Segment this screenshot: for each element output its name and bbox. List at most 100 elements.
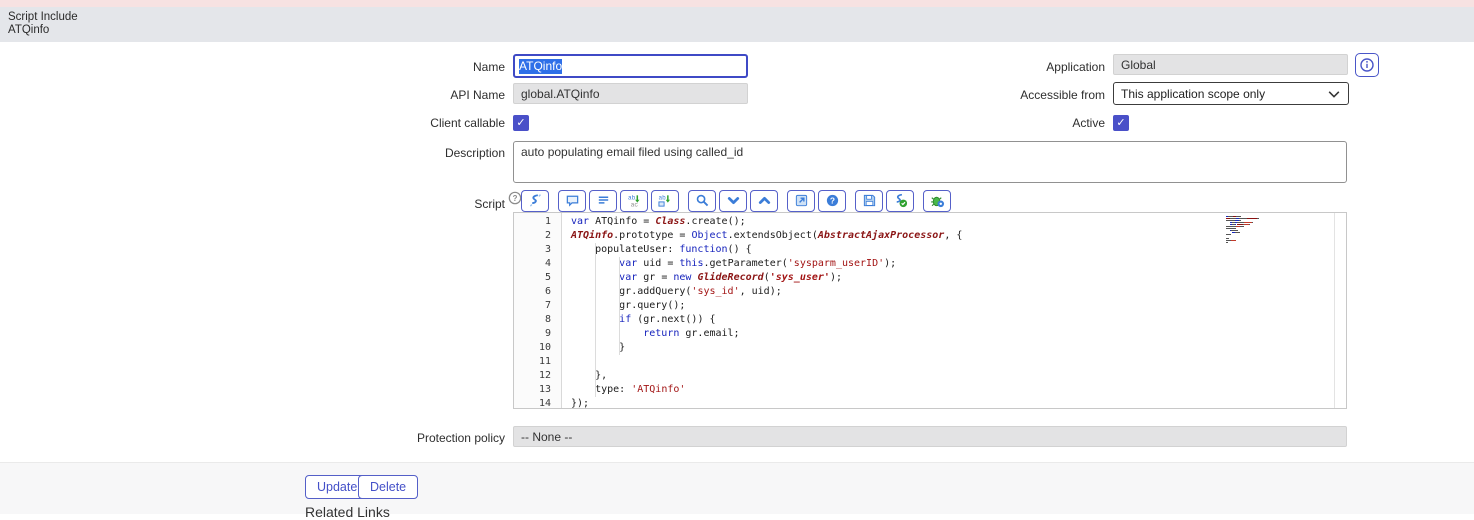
api-name-value: global.ATQinfo bbox=[521, 86, 600, 101]
line-number: 12 bbox=[538, 370, 551, 381]
toolbar-group bbox=[688, 189, 778, 212]
code-line: gr.query(); bbox=[571, 300, 686, 311]
active-label: Active bbox=[1072, 116, 1105, 130]
editor-minimap bbox=[1226, 216, 1268, 244]
client-callable-checkbox[interactable]: ✓ bbox=[513, 115, 529, 131]
form-header: Script Include ATQinfo bbox=[0, 7, 1474, 42]
script-editor: 1 2 3 4 5 6 7 8 9 10 11 12 13 14 var ATQinfo = Class.… bbox=[513, 212, 1347, 409]
indent-guide bbox=[619, 257, 620, 355]
save-icon bbox=[862, 193, 877, 208]
name-label: Name bbox=[472, 60, 505, 74]
name-input[interactable]: ATQinfo bbox=[513, 54, 748, 78]
toolbar-group bbox=[855, 189, 914, 212]
save-button[interactable] bbox=[855, 189, 883, 212]
format-code-button[interactable] bbox=[589, 189, 617, 212]
line-number: 6 bbox=[544, 286, 551, 297]
form-footer: Update Delete Related Links bbox=[0, 462, 1474, 520]
client-callable-label: Client callable bbox=[430, 116, 505, 130]
application-info-button[interactable] bbox=[1355, 53, 1379, 77]
toolbar-group bbox=[923, 189, 951, 212]
indent-guide bbox=[595, 243, 596, 397]
toggle-syntax-editor-button[interactable] bbox=[521, 189, 549, 212]
script-field-help-icon[interactable]: ? bbox=[508, 191, 522, 205]
script-label: Script bbox=[474, 197, 505, 211]
syntax-check-button[interactable] bbox=[886, 189, 914, 212]
search-button[interactable] bbox=[688, 189, 716, 212]
find-previous-button[interactable] bbox=[750, 189, 778, 212]
editor-gutter: 1 2 3 4 5 6 7 8 9 10 11 12 13 14 bbox=[514, 213, 562, 408]
svg-text:?: ? bbox=[513, 194, 518, 203]
protection-policy-field: -- None -- bbox=[513, 426, 1347, 447]
description-value: auto populating email filed using called… bbox=[521, 145, 744, 159]
debugger-button[interactable] bbox=[923, 189, 951, 212]
accessible-from-label: Accessible from bbox=[1020, 88, 1105, 102]
replace-all-icon: ab bbox=[657, 193, 673, 208]
editor-help-button[interactable]: ? bbox=[818, 189, 846, 212]
format-lines-icon bbox=[596, 193, 611, 208]
record-name-label: ATQinfo bbox=[8, 24, 50, 36]
comment-icon bbox=[565, 193, 580, 208]
description-textarea[interactable]: auto populating email filed using called… bbox=[513, 141, 1347, 183]
popout-icon bbox=[794, 193, 809, 208]
code-line: }); bbox=[571, 398, 590, 409]
line-number: 13 bbox=[538, 384, 551, 395]
find-next-button[interactable] bbox=[719, 189, 747, 212]
syntax-check-icon bbox=[893, 193, 908, 208]
line-number: 1 bbox=[544, 216, 551, 227]
syntax-editor-icon bbox=[528, 193, 543, 208]
line-number: 14 bbox=[538, 398, 551, 409]
application-field: Global bbox=[1113, 54, 1348, 75]
code-line: return gr.email; bbox=[643, 328, 740, 339]
code-line: } bbox=[571, 342, 626, 353]
toolbar-group: ab ac ab bbox=[558, 189, 679, 212]
line-number: 10 bbox=[538, 342, 551, 353]
line-number: 3 bbox=[544, 244, 551, 255]
code-line: populateUser: function() { bbox=[571, 244, 752, 255]
record-type-label: Script Include bbox=[8, 11, 78, 23]
fullscreen-button[interactable] bbox=[787, 189, 815, 212]
svg-text:?: ? bbox=[829, 195, 834, 205]
delete-button[interactable]: Delete bbox=[358, 475, 419, 499]
description-label: Description bbox=[444, 146, 505, 160]
svg-text:ab: ab bbox=[658, 195, 666, 202]
active-checkbox[interactable]: ✓ bbox=[1113, 115, 1129, 131]
info-icon bbox=[1359, 57, 1375, 73]
line-number: 8 bbox=[544, 314, 551, 325]
accessible-from-value: This application scope only bbox=[1121, 86, 1266, 101]
svg-text:ac: ac bbox=[630, 202, 638, 208]
api-name-label: API Name bbox=[450, 88, 505, 102]
line-number: 7 bbox=[544, 300, 551, 311]
search-icon bbox=[695, 193, 710, 208]
replace-button[interactable]: ab ac bbox=[620, 189, 648, 212]
editor-scrollbar[interactable] bbox=[1334, 213, 1335, 408]
line-number: 4 bbox=[544, 258, 551, 269]
toolbar-group bbox=[521, 189, 549, 212]
notification-strip bbox=[0, 0, 1474, 7]
code-line: if (gr.next()) { bbox=[619, 314, 716, 325]
application-value: Global bbox=[1121, 57, 1156, 72]
application-label: Application bbox=[1046, 60, 1105, 74]
line-number: 5 bbox=[544, 272, 551, 283]
code-line: var gr = new GlideRecord('sys_user'); bbox=[619, 272, 842, 283]
code-line: var uid = this.getParameter('sysparm_use… bbox=[619, 258, 897, 269]
toolbar-group: ? bbox=[787, 189, 846, 212]
protection-policy-value: -- None -- bbox=[521, 429, 573, 444]
api-name-field: global.ATQinfo bbox=[513, 83, 748, 104]
chevron-down-icon bbox=[1327, 87, 1341, 101]
line-number: 11 bbox=[538, 356, 551, 367]
name-input-value: ATQinfo bbox=[519, 58, 563, 74]
line-number: 9 bbox=[544, 328, 551, 339]
line-number: 2 bbox=[544, 230, 551, 241]
comment-code-button[interactable] bbox=[558, 189, 586, 212]
help-icon: ? bbox=[825, 193, 840, 208]
replace-icon: ab ac bbox=[627, 193, 642, 208]
script-toolbar: ab ac ab? bbox=[521, 189, 951, 212]
code-line: type: 'ATQinfo' bbox=[571, 384, 686, 395]
debug-icon bbox=[930, 193, 945, 208]
replace-all-button[interactable]: ab bbox=[651, 189, 679, 212]
chevron-up-icon bbox=[757, 193, 772, 208]
chevron-down-icon bbox=[726, 193, 741, 208]
svg-text:ab: ab bbox=[627, 195, 635, 202]
accessible-from-select[interactable]: This application scope only bbox=[1113, 82, 1349, 105]
